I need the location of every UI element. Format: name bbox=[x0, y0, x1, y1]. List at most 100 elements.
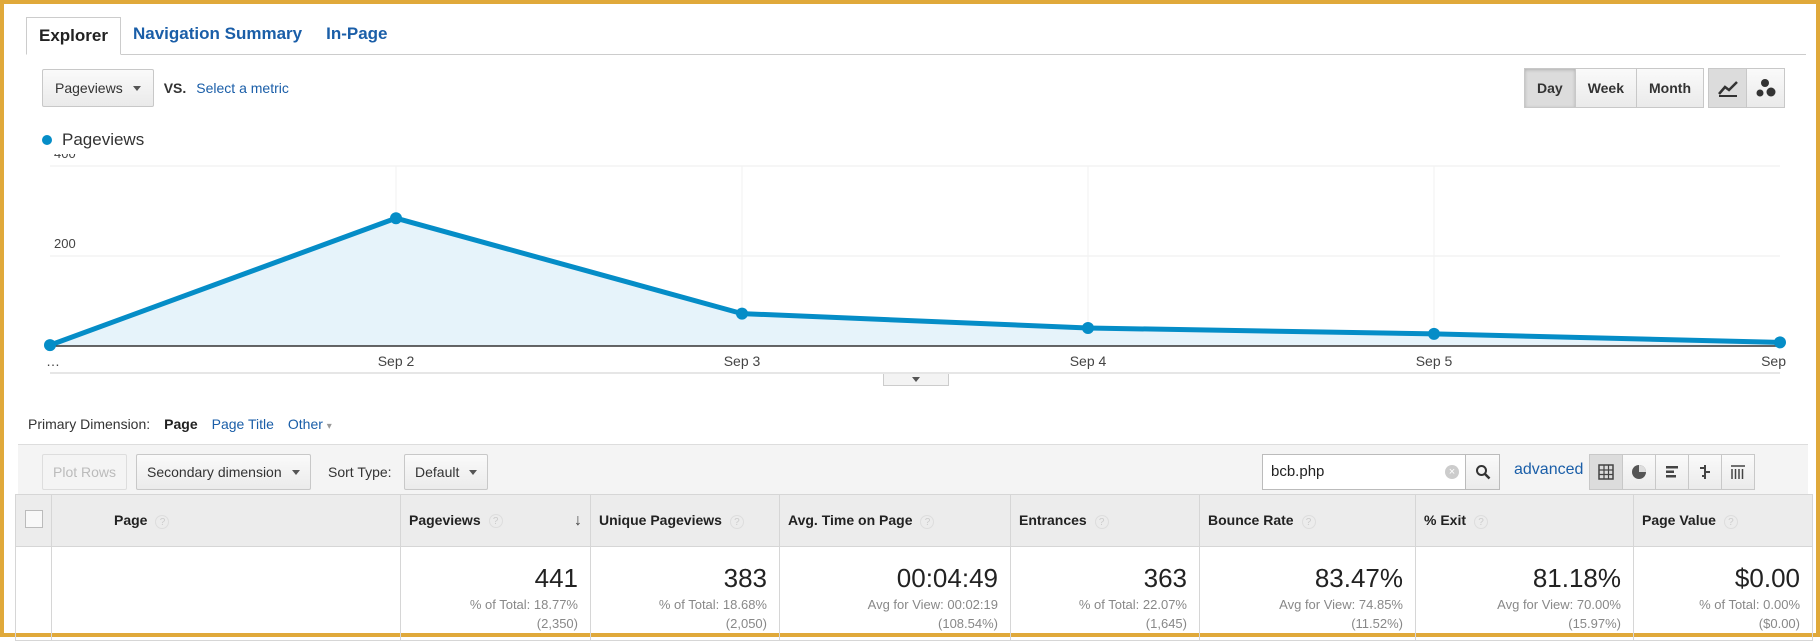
line-chart-button[interactable] bbox=[1708, 68, 1747, 108]
data-table: Page? Pageviews? ↓ Unique Pageviews? Avg.… bbox=[15, 494, 1813, 641]
performance-view-button[interactable] bbox=[1655, 454, 1689, 490]
help-icon[interactable]: ? bbox=[488, 513, 503, 528]
primary-dimension-label: Primary Dimension: bbox=[28, 416, 151, 432]
total-value: 81.18% bbox=[1532, 563, 1621, 593]
column-header-entrances[interactable]: Entrances? bbox=[1010, 494, 1200, 547]
plot-rows-button[interactable]: Plot Rows bbox=[42, 454, 128, 490]
tab-in-page[interactable]: In-Page bbox=[314, 16, 399, 54]
total-value: 83.47% bbox=[1314, 563, 1403, 593]
total-share: % of Total: 0.00% bbox=[1699, 597, 1800, 612]
metric-dropdown-label: Pageviews bbox=[55, 80, 123, 96]
x-tick-label: Sep bbox=[1761, 353, 1786, 369]
total-page-value-cell: $0.00 % of Total: 0.00% ($0.00) bbox=[1633, 546, 1813, 641]
help-icon[interactable]: ? bbox=[155, 514, 170, 529]
secondary-dimension-dropdown[interactable]: Secondary dimension bbox=[136, 454, 311, 490]
column-header-unique-pageviews[interactable]: Unique Pageviews? bbox=[590, 494, 780, 547]
column-header-exit[interactable]: % Exit? bbox=[1415, 494, 1634, 547]
dimension-page-title[interactable]: Page Title bbox=[212, 416, 274, 432]
tab-navigation-summary[interactable]: Navigation Summary bbox=[121, 16, 314, 54]
total-value: 00:04:49 bbox=[896, 563, 998, 593]
chevron-down-icon bbox=[912, 377, 920, 382]
total-value: 363 bbox=[1143, 563, 1187, 593]
collapse-chart-handle[interactable] bbox=[883, 374, 949, 386]
pivot-view-button[interactable] bbox=[1721, 454, 1755, 490]
motion-chart-button[interactable] bbox=[1746, 68, 1785, 108]
select-all-header bbox=[15, 494, 52, 547]
advanced-filter-link[interactable]: advanced bbox=[1514, 461, 1583, 479]
total-bounce-rate-cell: 83.47% Avg for View: 74.85% (11.52%) bbox=[1199, 546, 1416, 641]
help-icon[interactable]: ? bbox=[1723, 514, 1738, 529]
pageviews-chart: 200 400 … Sep 2 Sep 3 Sep 4 Sep 5 Sep bbox=[44, 154, 1786, 374]
data-point bbox=[1082, 322, 1094, 334]
month-button[interactable]: Month bbox=[1636, 68, 1704, 108]
total-share: Avg for View: 00:02:19 bbox=[867, 597, 998, 612]
total-unique-pageviews-cell: 383 % of Total: 18.68% (2,050) bbox=[590, 546, 780, 641]
x-tick-label: … bbox=[46, 353, 60, 369]
tab-explorer[interactable]: Explorer bbox=[26, 17, 121, 55]
comparison-view-button[interactable] bbox=[1688, 454, 1722, 490]
dimension-other-label: Other bbox=[287, 416, 323, 432]
total-overall: ($0.00) bbox=[1758, 616, 1800, 631]
total-overall: (2,050) bbox=[725, 616, 767, 631]
total-overall: (1,645) bbox=[1145, 616, 1187, 631]
select-all-checkbox[interactable] bbox=[24, 510, 43, 528]
vs-label: VS. bbox=[163, 80, 187, 96]
help-icon[interactable]: ? bbox=[1301, 514, 1316, 529]
total-avg-time-cell: 00:04:49 Avg for View: 00:02:19 (108.54%) bbox=[779, 546, 1011, 641]
table-header-row: Page? Pageviews? ↓ Unique Pageviews? Avg.… bbox=[15, 494, 1813, 547]
day-button[interactable]: Day bbox=[1524, 68, 1576, 108]
total-share: % of Total: 22.07% bbox=[1078, 597, 1187, 612]
column-header-label: Entrances bbox=[1019, 512, 1087, 529]
search-icon bbox=[1475, 465, 1490, 480]
column-header-label: Page bbox=[114, 512, 148, 529]
total-value: $0.00 bbox=[1734, 563, 1800, 593]
x-tick-label: Sep 5 bbox=[1416, 353, 1453, 369]
chevron-down-icon: ▾ bbox=[326, 421, 332, 432]
table-filter-input[interactable]: bcb.php × bbox=[1262, 454, 1466, 490]
column-header-page-value[interactable]: Page Value? bbox=[1633, 494, 1813, 547]
x-tick-label: Sep 3 bbox=[724, 353, 761, 369]
sort-descending-icon: ↓ bbox=[574, 511, 582, 529]
legend-marker bbox=[42, 135, 52, 145]
sort-type-dropdown[interactable]: Default bbox=[404, 454, 489, 490]
pivot-icon bbox=[1731, 465, 1745, 479]
help-icon[interactable]: ? bbox=[729, 514, 744, 529]
metric-dropdown[interactable]: Pageviews bbox=[42, 69, 154, 107]
total-overall: (11.52%) bbox=[1351, 616, 1403, 631]
help-icon[interactable]: ? bbox=[1094, 514, 1109, 529]
column-header-pageviews[interactable]: Pageviews? ↓ bbox=[400, 494, 591, 547]
column-header-label: Unique Pageviews bbox=[599, 512, 722, 529]
legend-label: Pageviews bbox=[62, 130, 145, 149]
search-button[interactable] bbox=[1466, 454, 1500, 490]
totals-page-cell bbox=[51, 546, 401, 641]
data-table-view-button[interactable] bbox=[1589, 454, 1623, 490]
dimension-other[interactable]: Other ▾ bbox=[288, 416, 332, 432]
filter-value: bcb.php bbox=[1271, 463, 1325, 480]
period-toggle: Day Week Month bbox=[1524, 68, 1704, 108]
column-header-label: Bounce Rate bbox=[1208, 512, 1294, 529]
y-tick-label: 200 bbox=[54, 236, 76, 251]
column-header-label: % Exit bbox=[1424, 512, 1467, 529]
column-header-avg-time[interactable]: Avg. Time on Page? bbox=[779, 494, 1011, 547]
select-metric-link[interactable]: Select a metric bbox=[196, 80, 289, 96]
help-icon[interactable]: ? bbox=[920, 514, 935, 529]
data-point bbox=[1428, 327, 1440, 340]
dimension-page: Page bbox=[164, 416, 198, 432]
pie-view-button[interactable] bbox=[1622, 454, 1656, 490]
total-exit-cell: 81.18% Avg for View: 70.00% (15.97%) bbox=[1415, 546, 1634, 641]
column-header-bounce-rate[interactable]: Bounce Rate? bbox=[1199, 494, 1416, 547]
total-value: 383 bbox=[723, 563, 767, 593]
bubble-chart-icon bbox=[1756, 79, 1775, 97]
data-point bbox=[390, 212, 402, 225]
line-chart-icon bbox=[1717, 81, 1738, 97]
column-header-page[interactable]: Page? bbox=[51, 494, 401, 547]
help-icon[interactable]: ? bbox=[1474, 514, 1489, 529]
week-button[interactable]: Week bbox=[1574, 68, 1638, 108]
column-header-label: Pageviews bbox=[409, 511, 481, 528]
primary-dimension-bar: Primary Dimension: Page Page Title Other… bbox=[28, 416, 332, 432]
data-point bbox=[736, 307, 748, 320]
table-view-toggle bbox=[1589, 454, 1755, 490]
total-overall: (108.54%) bbox=[938, 616, 998, 631]
bar-list-icon bbox=[1666, 466, 1678, 478]
clear-icon[interactable]: × bbox=[1445, 465, 1459, 479]
